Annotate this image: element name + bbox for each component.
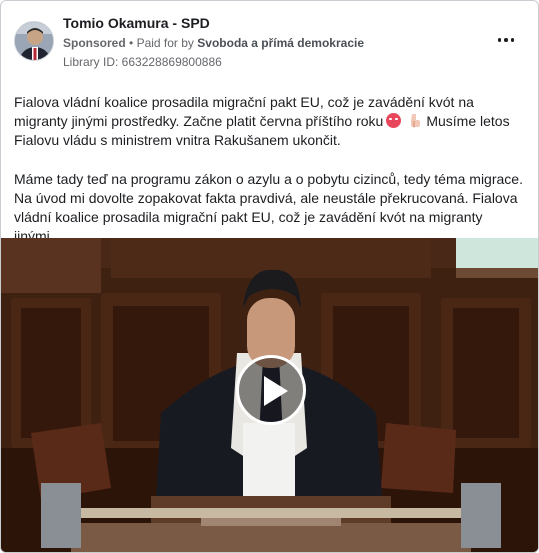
play-icon [264,376,288,406]
payer-link[interactable]: Svoboda a přímá demokracie [197,36,364,50]
avatar-image [15,22,53,60]
post-paragraph-1: Fialova vládní koalice prosadila migračn… [14,93,530,151]
sponsored-line: Sponsored • Paid for by Svoboda a přímá … [63,36,364,50]
avatar[interactable] [14,21,54,61]
more-horizontal-icon [497,38,502,42]
play-button[interactable] [236,355,306,425]
meta-separator: • [129,36,134,50]
more-horizontal-icon [504,38,508,42]
more-options-button[interactable] [493,33,519,47]
more-horizontal-icon [510,38,515,42]
angry-face-icon [386,113,402,129]
pointing-down-icon [411,114,421,128]
post-header: Tomio Okamura - SPD Sponsored • Paid for… [14,15,525,75]
paragraph-1-text-a: Fialova vládní koalice prosadila migračn… [14,94,474,130]
ad-post-card: Tomio Okamura - SPD Sponsored • Paid for… [0,0,539,553]
paid-for-label: Paid for by [136,36,194,50]
post-paragraph-2: Máme tady teď na programu zákon o azylu … [14,170,523,245]
page-name[interactable]: Tomio Okamura - SPD [63,15,210,31]
post-text: Fialova vládní koalice prosadila migračn… [14,93,530,246]
library-id: Library ID: 663228869800886 [63,55,222,69]
sponsored-label: Sponsored [63,36,126,50]
